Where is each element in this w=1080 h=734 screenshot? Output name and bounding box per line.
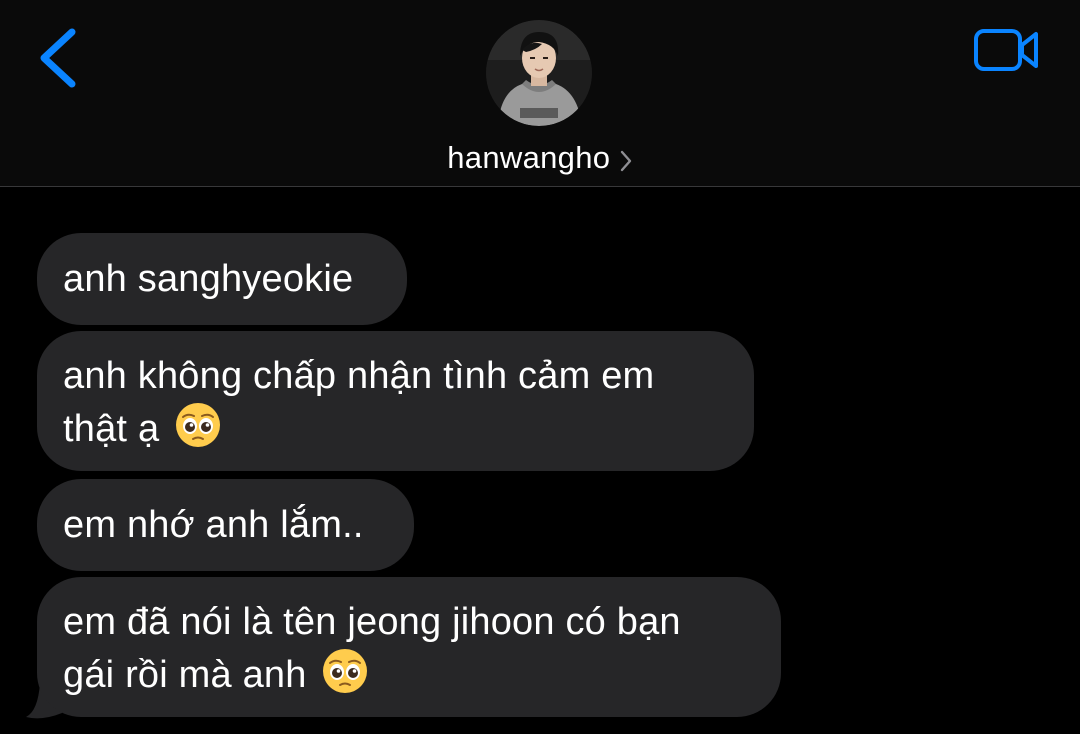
message-text: thật ạ <box>63 408 160 450</box>
message-text-line: gái rồi mà anh <box>63 647 755 700</box>
message-text: em đã nói là tên jeong jihoon có bạn <box>63 601 681 643</box>
chevron-left-icon <box>40 28 76 88</box>
incoming-message-bubble[interactable]: anh không chấp nhận tình cảm em thật ạ <box>37 331 754 471</box>
message-text: gái rồi mà anh <box>63 654 307 696</box>
incoming-message-bubble[interactable]: em đã nói là tên jeong jihoon có bạn gái… <box>37 577 781 717</box>
back-button[interactable] <box>30 24 90 94</box>
message-text: em nhớ anh lắm.. <box>63 504 364 546</box>
message-text: anh sanghyeokie <box>63 258 354 300</box>
contact-name: hanwangho <box>447 140 611 175</box>
incoming-message-bubble[interactable]: anh sanghyeokie <box>37 233 407 325</box>
message-text-line: thật ạ <box>63 401 728 454</box>
avatar-photo <box>486 20 592 126</box>
conversation-header: hanwangho <box>0 0 1080 187</box>
contact-name-button[interactable]: hanwangho <box>0 140 1080 176</box>
incoming-message-bubble[interactable]: em nhớ anh lắm.. <box>37 479 414 571</box>
video-camera-icon <box>974 29 1038 71</box>
message-thread: anh sanghyeokie anh không chấp nhận tình… <box>0 187 1080 734</box>
pleading-face-emoji-icon <box>323 649 368 693</box>
messages-screen: hanwangho anh sanghyeokie anh không chấp… <box>0 0 1080 734</box>
pleading-face-emoji-icon <box>176 403 221 447</box>
message-text: anh không chấp nhận tình cảm em <box>63 355 655 397</box>
facetime-video-button[interactable] <box>972 26 1042 74</box>
contact-avatar[interactable] <box>486 20 592 126</box>
chevron-right-icon <box>620 150 631 171</box>
